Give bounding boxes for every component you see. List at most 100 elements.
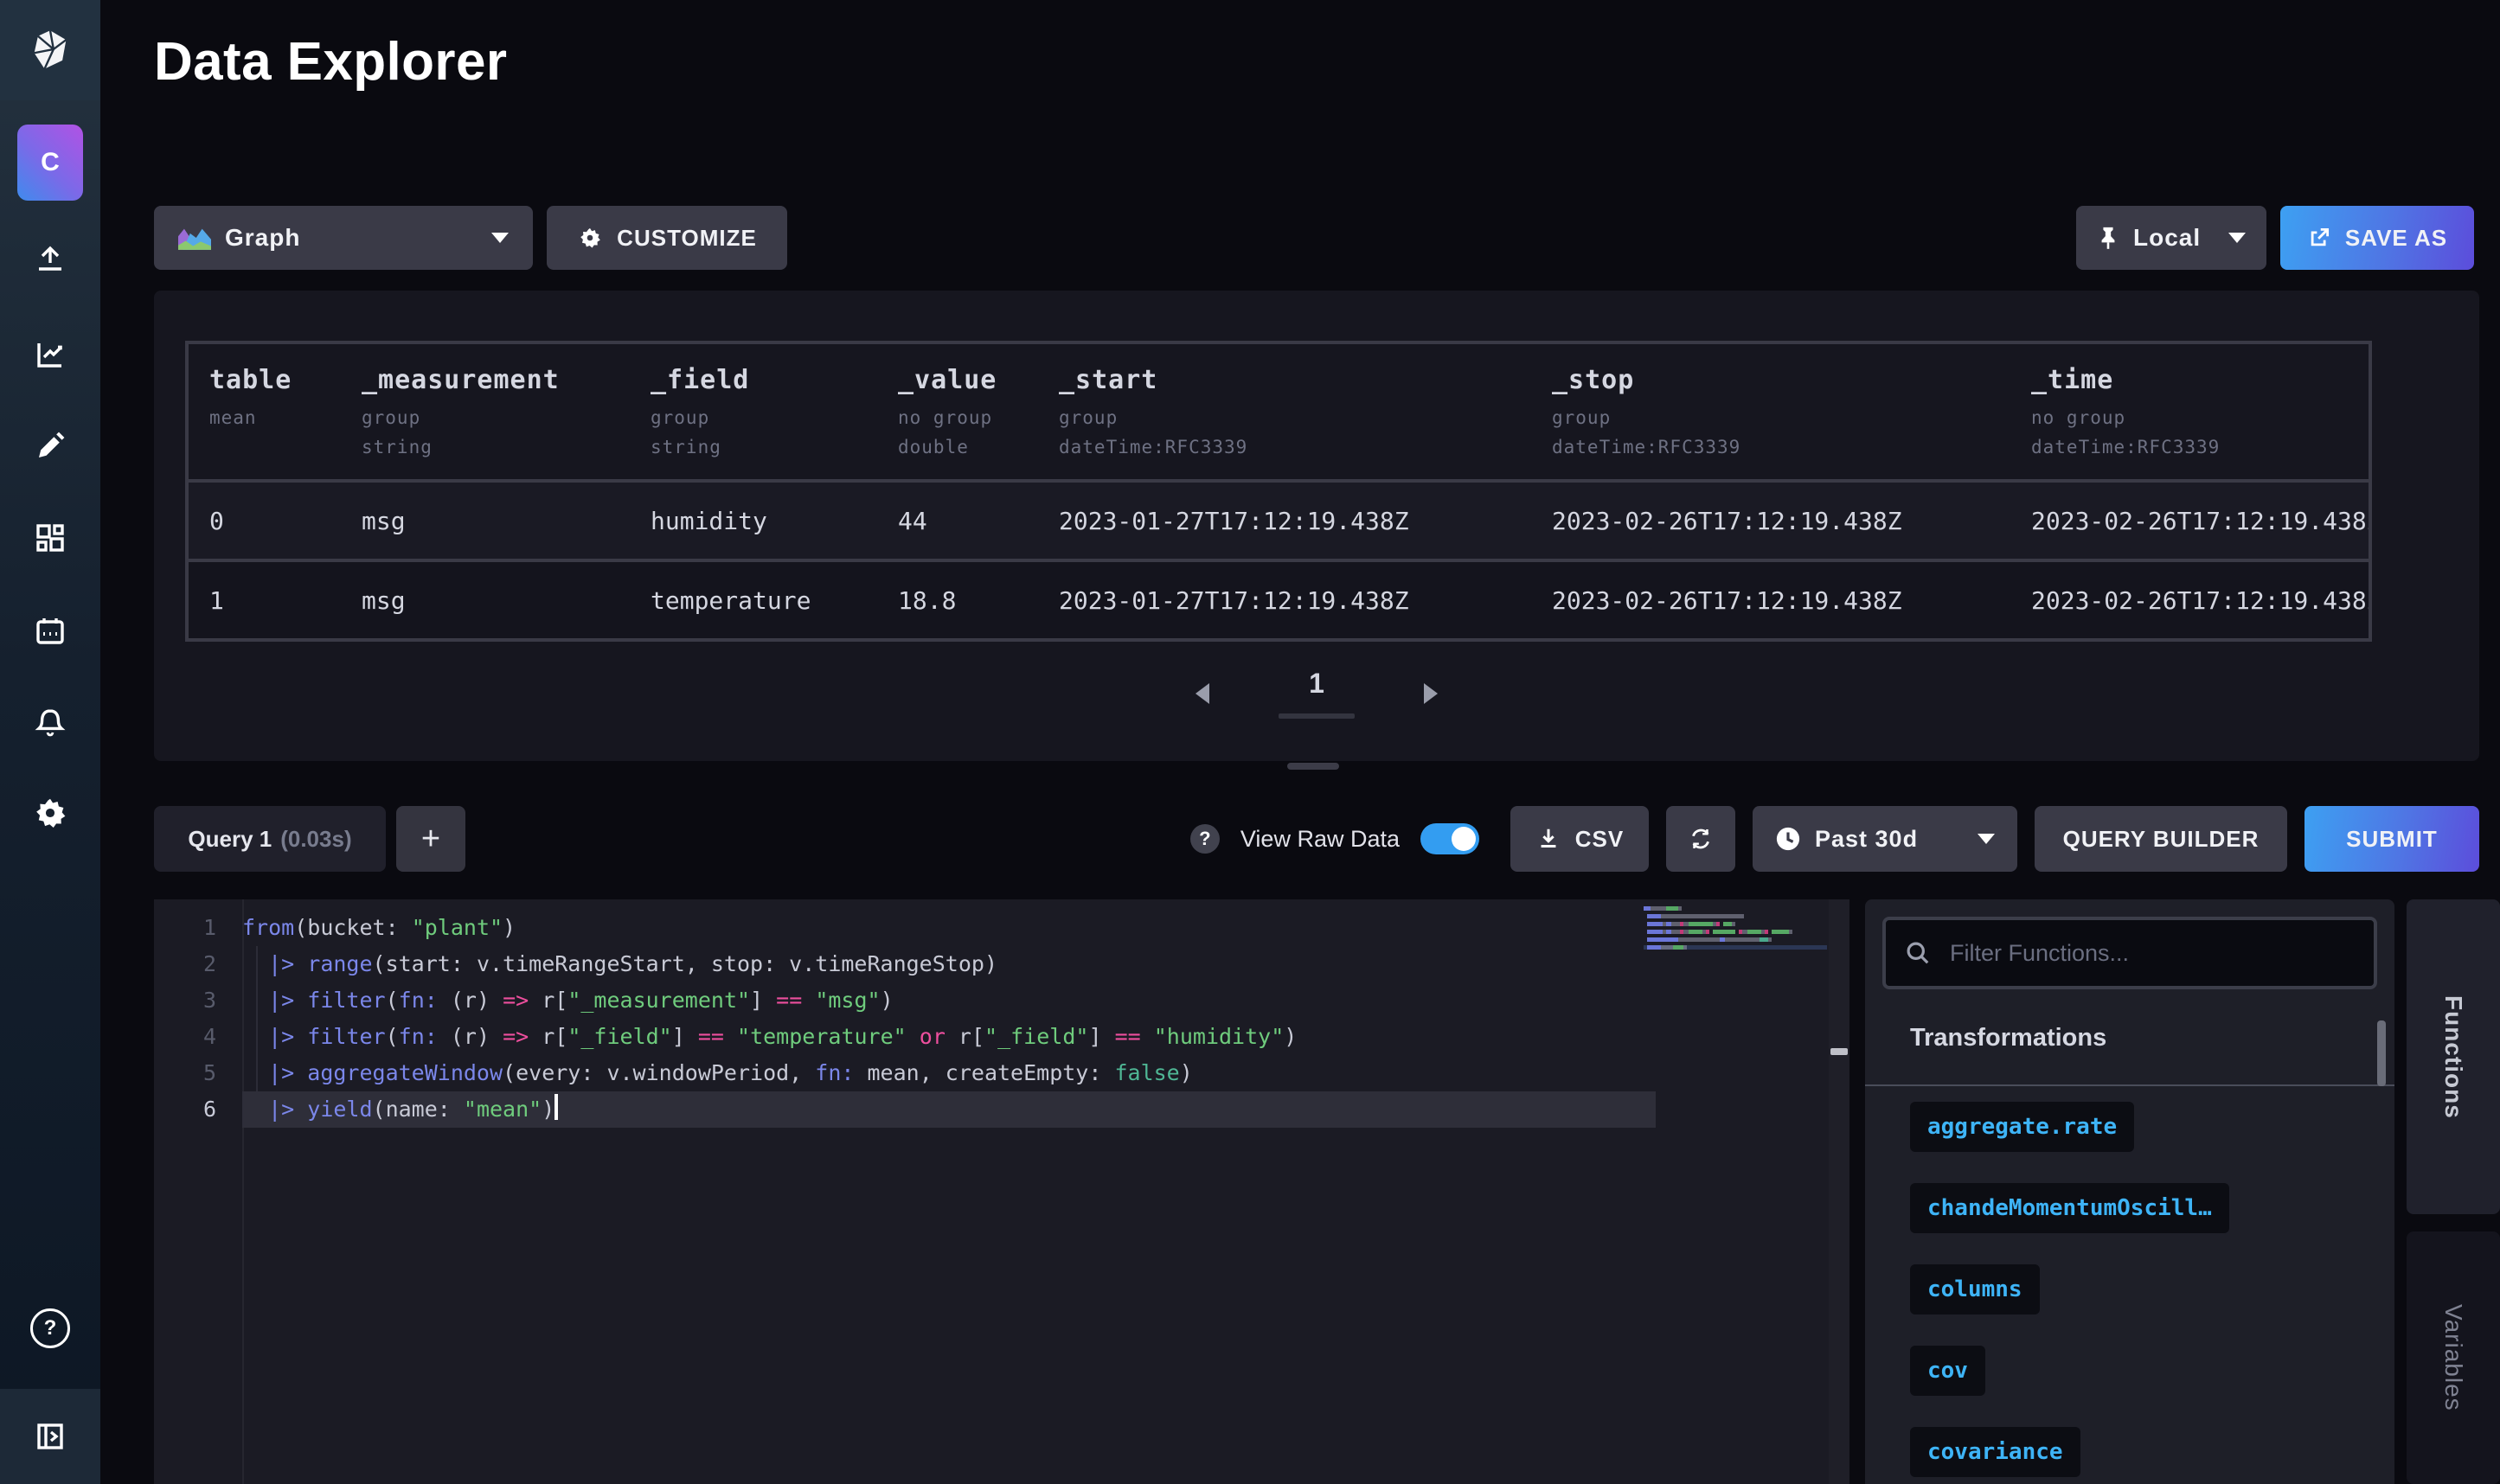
view-raw-data-label: View Raw Data [1240, 826, 1400, 853]
function-chip[interactable]: cov [1910, 1346, 1985, 1396]
time-range-label: Past 30d [1815, 826, 1918, 853]
table-column-header: tablemean [189, 344, 341, 479]
time-range-dropdown[interactable]: Past 30d [1753, 806, 2017, 872]
sidebar-item-help[interactable]: ? [0, 1297, 100, 1359]
minimap-line [1644, 906, 1827, 911]
dashboards-icon [31, 519, 69, 557]
submit-button[interactable]: SUBMIT [2304, 806, 2479, 872]
tab-functions[interactable]: Functions [2407, 899, 2500, 1214]
chevron-down-icon [1978, 834, 1995, 844]
table-cell: 2023-01-27T17:12:19.438Z [1038, 586, 1531, 615]
visualization-type-dropdown[interactable]: Graph [154, 206, 533, 270]
csv-download-button[interactable]: CSV [1510, 806, 1649, 872]
table-column-header: _stopgroupdateTime:RFC3339 [1531, 344, 2010, 479]
table-column-header: _timeno groupdateTime:RFC3339 [2010, 344, 2369, 479]
calendar-icon [31, 612, 69, 650]
gear-icon [31, 794, 69, 832]
sidebar: C ? [0, 0, 100, 1484]
minimap-line [1644, 930, 1827, 934]
sidebar-item-load-data[interactable] [0, 228, 100, 291]
query-duration: (0.03s) [280, 826, 351, 853]
function-chip[interactable]: columns [1910, 1264, 2040, 1314]
panel-resize-handle[interactable] [1287, 763, 1339, 770]
code-line[interactable]: 2 |> range(start: v.timeRangeStart, stop… [154, 946, 1656, 982]
table-cell: temperature [630, 586, 877, 615]
raw-data-table: tablemean_measurementgroupstring_fieldgr… [185, 341, 2372, 642]
view-raw-data-toggle[interactable] [1420, 823, 1479, 854]
pin-icon [2097, 226, 2119, 250]
function-chip[interactable]: covariance [1910, 1427, 2080, 1477]
sidebar-item-settings[interactable] [0, 782, 100, 844]
table-row: 1msgtemperature18.82023-01-27T17:12:19.4… [189, 559, 2369, 638]
table-cell: humidity [630, 507, 877, 535]
sidebar-expand-tile[interactable] [0, 1389, 100, 1484]
filter-functions-box [1882, 917, 2377, 989]
customize-label: CUSTOMIZE [617, 225, 757, 252]
minimap-line [1644, 945, 1827, 950]
tab-variables[interactable]: Variables [2407, 1231, 2500, 1484]
functions-scrollbar[interactable] [2377, 1020, 2386, 1086]
help-icon: ? [30, 1308, 70, 1348]
editor-panel-divider[interactable] [1829, 899, 1849, 1484]
code-line[interactable]: 5 |> aggregateWindow(every: v.windowPeri… [154, 1055, 1656, 1091]
code-line[interactable]: 1from(bucket: "plant") [154, 910, 1656, 946]
table-cell: 2023-02-26T17:12:19.438Z [2010, 507, 2369, 535]
org-avatar[interactable]: C [17, 125, 83, 201]
sidebar-item-notebooks[interactable] [0, 415, 100, 477]
refresh-icon [1687, 825, 1715, 853]
code-line[interactable]: 6 |> yield(name: "mean") [154, 1091, 1656, 1128]
divider-handle [1830, 1048, 1848, 1055]
flux-code-editor[interactable]: 1from(bucket: "plant")2 |> range(start: … [154, 899, 1829, 1484]
sidebar-item-tasks[interactable] [0, 600, 100, 662]
influxdb-cubo-logo-icon [28, 28, 73, 73]
pagination: 1 [154, 668, 2479, 719]
table-column-header: _startgroupdateTime:RFC3339 [1038, 344, 1531, 479]
query-tab[interactable]: Query 1 (0.03s) [154, 806, 386, 872]
table-column-header: _fieldgroupstring [630, 344, 877, 479]
refresh-button[interactable] [1666, 806, 1735, 872]
export-icon [2307, 226, 2331, 250]
customize-button[interactable]: CUSTOMIZE [547, 206, 787, 270]
function-chip[interactable]: chandeMomentumOscill… [1910, 1183, 2229, 1233]
add-query-button[interactable]: + [396, 806, 465, 872]
code-line[interactable]: 3 |> filter(fn: (r) => r["_measurement"]… [154, 982, 1656, 1019]
table-cell: msg [341, 507, 630, 535]
chevron-down-icon [491, 233, 509, 243]
raw-data-help-icon[interactable]: ? [1190, 824, 1220, 854]
filter-functions-input[interactable] [1946, 938, 2355, 969]
table-column-header: _measurementgroupstring [341, 344, 630, 479]
functions-section-title: Transformations [1910, 1024, 2106, 1052]
editor-minimap[interactable] [1644, 906, 1827, 953]
graph-icon [31, 336, 69, 374]
sidebar-logo[interactable] [0, 0, 100, 100]
table-cell: msg [341, 586, 630, 615]
download-icon [1535, 826, 1561, 852]
functions-panel: Transformations aggregate.rate chandeMome… [1865, 899, 2394, 1484]
table-cell: 18.8 [877, 586, 1038, 615]
query-builder-button[interactable]: QUERY BUILDER [2035, 806, 2287, 872]
table-cell: 2023-02-26T17:12:19.438Z [1531, 507, 2010, 535]
table-cell: 2023-02-26T17:12:19.438Z [1531, 586, 2010, 615]
code-line[interactable]: 4 |> filter(fn: (r) => r["_field"] == "t… [154, 1019, 1656, 1055]
current-page: 1 [1279, 668, 1355, 700]
upload-icon [31, 240, 69, 278]
avatar-letter: C [41, 148, 60, 177]
results-panel: tablemean_measurementgroupstring_fieldgr… [154, 291, 2479, 761]
sidebar-item-alerts[interactable] [0, 690, 100, 752]
next-page-button[interactable] [1424, 683, 1438, 704]
sidebar-item-data-explorer[interactable] [0, 323, 100, 386]
table-cell: 2023-01-27T17:12:19.438Z [1038, 507, 1531, 535]
expand-sidebar-icon [33, 1419, 67, 1454]
data-explorer-app: C ? Data Explorer [0, 0, 2500, 1484]
local-dropdown[interactable]: Local [2076, 206, 2266, 270]
sidebar-item-dashboards[interactable] [0, 507, 100, 569]
save-as-button[interactable]: SAVE AS [2280, 206, 2474, 270]
table-column-header: _valueno groupdouble [877, 344, 1038, 479]
area-chart-icon [178, 226, 211, 250]
function-chip[interactable]: aggregate.rate [1910, 1102, 2134, 1152]
query-builder-label: QUERY BUILDER [2063, 826, 2260, 853]
minimap-line [1644, 922, 1827, 926]
prev-page-button[interactable] [1196, 683, 1209, 704]
save-as-label: SAVE AS [2345, 225, 2447, 252]
viz-type-label: Graph [225, 224, 300, 252]
